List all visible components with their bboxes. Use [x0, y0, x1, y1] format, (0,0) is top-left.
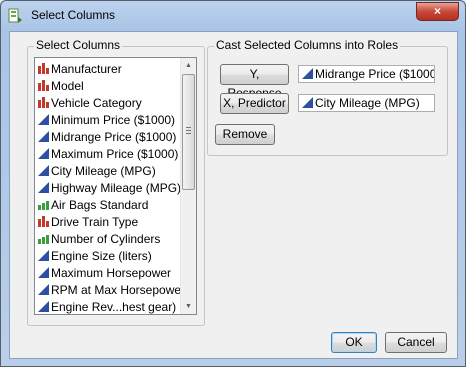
y-role-field[interactable]: Midrange Price ($1000 [298, 65, 435, 83]
list-item-label: Number of Cylinders [51, 232, 161, 246]
vertical-scrollbar[interactable]: ▲ ▼ [180, 58, 196, 314]
columns-listbox[interactable]: Manufacturer Model Vehicle Category Minimum… [34, 57, 197, 315]
continuous-blue-triangle-icon [38, 148, 49, 159]
list-item-label: Midrange Price ($1000) [51, 130, 177, 144]
nominal-red-bars-icon [38, 63, 49, 74]
list-item-label: City Mileage (MPG) [51, 164, 156, 178]
scroll-thumb[interactable] [182, 74, 195, 190]
continuous-blue-triangle-icon [38, 131, 49, 142]
y-response-button[interactable]: Y, Response [220, 64, 289, 100]
window-title: Select Columns [31, 8, 116, 22]
select-columns-dialog: Select Columns × Select Columns Manufact… [0, 0, 466, 367]
list-item[interactable]: Number of Cylinders [35, 231, 182, 248]
cast-roles-label: Cast Selected Columns into Roles [214, 38, 401, 52]
app-icon [8, 8, 22, 23]
y-role-value: Midrange Price ($1000 [315, 67, 435, 81]
ok-button[interactable]: OK [331, 332, 377, 353]
continuous-blue-triangle-icon [38, 182, 49, 193]
column-list: Manufacturer Model Vehicle Category Minimum… [35, 61, 182, 314]
continuous-blue-triangle-icon [38, 301, 49, 312]
list-item[interactable]: Drive Train Type [35, 214, 182, 231]
nominal-red-bars-icon [38, 216, 49, 227]
list-item[interactable]: Engine Size (liters) [35, 248, 182, 265]
list-item[interactable]: RPM at Max Horsepower [35, 282, 182, 299]
list-item[interactable]: Vehicle Category [35, 95, 182, 112]
scroll-up-arrow-icon[interactable]: ▲ [181, 58, 196, 73]
list-item[interactable]: Maximum Price ($1000) [35, 146, 182, 163]
list-item-label: Drive Train Type [51, 215, 139, 229]
list-item-label: Maximum Price ($1000) [51, 147, 179, 161]
list-item[interactable]: Midrange Price ($1000) [35, 129, 182, 146]
list-item-label: Manufacturer [51, 62, 122, 76]
list-item-label: Minimum Price ($1000) [51, 113, 176, 127]
continuous-blue-triangle-icon [38, 267, 49, 278]
list-item-label: Engine Rev...hest gear) [51, 300, 177, 314]
list-item[interactable]: Maximum Horsepower [35, 265, 182, 282]
list-item-label: Highway Mileage (MPG) [51, 181, 182, 195]
continuous-blue-triangle-icon [302, 68, 313, 79]
list-item[interactable]: Engine Rev...hest gear) [35, 299, 182, 314]
ordinal-green-bars-icon [38, 201, 49, 210]
dialog-body: Select Columns Manufacturer Model Vehicle … [9, 31, 458, 359]
select-columns-label: Select Columns [34, 38, 123, 52]
continuous-blue-triangle-icon [38, 250, 49, 261]
continuous-blue-triangle-icon [302, 97, 313, 108]
list-item[interactable]: Minimum Price ($1000) [35, 112, 182, 129]
ordinal-green-bars-icon [38, 235, 49, 244]
remove-button[interactable]: Remove [215, 124, 275, 145]
close-button[interactable]: × [416, 2, 459, 21]
scroll-down-arrow-icon[interactable]: ▼ [181, 299, 196, 314]
x-predictor-button[interactable]: X, Predictor [220, 93, 289, 114]
grip-icon [186, 127, 191, 134]
x-role-value: City Mileage (MPG) [315, 96, 420, 110]
list-item-label: RPM at Max Horsepower [51, 283, 182, 297]
nominal-red-bars-icon [38, 97, 49, 108]
list-item-label: Vehicle Category [51, 96, 142, 110]
list-item-label: Model [51, 79, 84, 93]
title-bar: Select Columns × [1, 1, 465, 31]
list-item-label: Engine Size (liters) [51, 249, 152, 263]
list-item[interactable]: Model [35, 78, 182, 95]
continuous-blue-triangle-icon [38, 165, 49, 176]
cancel-button[interactable]: Cancel [385, 332, 447, 353]
x-role-field[interactable]: City Mileage (MPG) [298, 94, 435, 112]
list-item-label: Maximum Horsepower [51, 266, 172, 280]
list-item-label: Air Bags Standard [51, 198, 149, 212]
list-item[interactable]: Manufacturer [35, 61, 182, 78]
list-item[interactable]: Highway Mileage (MPG) [35, 180, 182, 197]
continuous-blue-triangle-icon [38, 114, 49, 125]
continuous-blue-triangle-icon [38, 284, 49, 295]
nominal-red-bars-icon [38, 80, 49, 91]
list-item[interactable]: Air Bags Standard [35, 197, 182, 214]
list-item[interactable]: City Mileage (MPG) [35, 163, 182, 180]
